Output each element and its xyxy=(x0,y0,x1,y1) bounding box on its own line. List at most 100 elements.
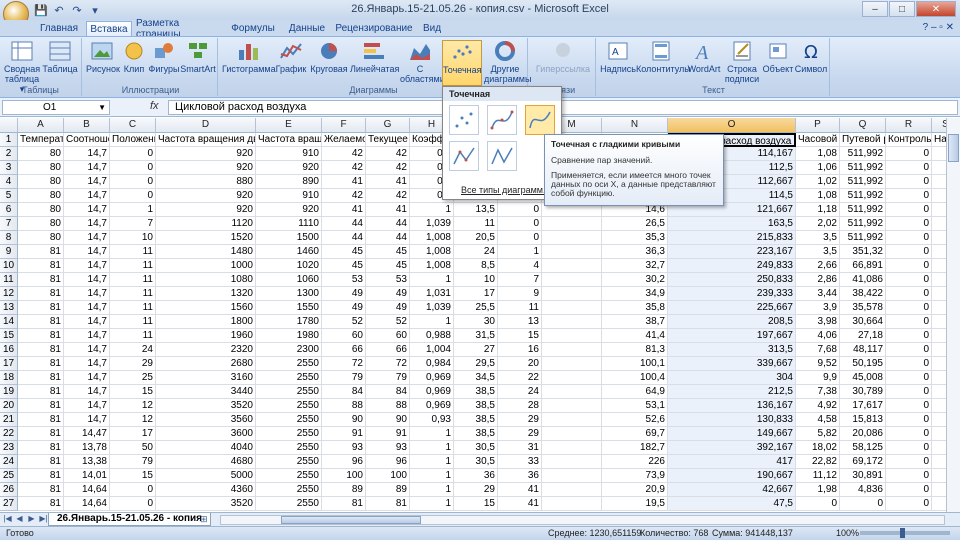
table-cell[interactable]: 0 xyxy=(886,259,932,273)
table-cell[interactable]: 81 xyxy=(322,497,366,511)
table-cell[interactable]: 42 xyxy=(366,161,410,175)
column-chart-button[interactable]: Гистограмма xyxy=(222,40,276,74)
table-cell[interactable]: 14,7 xyxy=(64,385,110,399)
table-cell[interactable]: 1 xyxy=(410,273,454,287)
table-cell[interactable]: 13,5 xyxy=(454,203,498,217)
table-cell[interactable]: 1780 xyxy=(256,315,322,329)
table-cell[interactable]: 96 xyxy=(366,455,410,469)
table-cell[interactable]: 1,031 xyxy=(410,287,454,301)
table-cell[interactable]: 223,167 xyxy=(668,245,796,259)
table-cell[interactable]: 81 xyxy=(18,315,64,329)
table-cell[interactable]: 1 xyxy=(410,315,454,329)
next-sheet-icon[interactable]: ▶ xyxy=(26,514,37,523)
table-cell[interactable]: 96 xyxy=(322,455,366,469)
table-cell[interactable]: 81 xyxy=(18,357,64,371)
table-cell[interactable]: 0 xyxy=(886,455,932,469)
table-cell[interactable]: 0 xyxy=(886,189,932,203)
table-cell[interactable]: 3560 xyxy=(156,413,256,427)
table-cell[interactable]: 2550 xyxy=(256,427,322,441)
table-cell[interactable]: 4360 xyxy=(156,483,256,497)
table-cell[interactable]: 100 xyxy=(366,469,410,483)
table-cell[interactable]: 14,7 xyxy=(64,413,110,427)
bar-chart-button[interactable]: Линейчатая xyxy=(350,40,399,74)
table-cell[interactable]: 0,969 xyxy=(410,399,454,413)
table-cell[interactable]: 2,86 xyxy=(796,273,840,287)
table-cell[interactable]: 15,813 xyxy=(840,413,886,427)
table-cell[interactable]: 14,7 xyxy=(64,329,110,343)
table-cell[interactable]: 45 xyxy=(322,259,366,273)
object-button[interactable]: Объект xyxy=(762,40,794,74)
table-cell[interactable]: 0,988 xyxy=(410,329,454,343)
table-cell[interactable]: 1,008 xyxy=(410,231,454,245)
table-cell[interactable]: 15 xyxy=(110,385,156,399)
table-cell[interactable]: 25 xyxy=(110,371,156,385)
table-cell[interactable]: 9,52 xyxy=(796,357,840,371)
table-cell[interactable]: 226 xyxy=(602,455,668,469)
table-cell[interactable]: 11 xyxy=(110,315,156,329)
tab-formulas[interactable]: Формулы xyxy=(226,21,280,36)
header-cell[interactable]: Часовой р xyxy=(796,133,840,147)
table-cell[interactable]: 9 xyxy=(498,287,542,301)
table-cell[interactable]: 3600 xyxy=(156,427,256,441)
table-cell[interactable]: 14,64 xyxy=(64,497,110,511)
table-cell[interactable]: 14,7 xyxy=(64,147,110,161)
table-cell[interactable]: 81 xyxy=(18,441,64,455)
table-cell[interactable]: 38,422 xyxy=(840,287,886,301)
table-cell[interactable]: 0 xyxy=(886,357,932,371)
table-cell[interactable]: 0 xyxy=(110,161,156,175)
column-header[interactable]: O xyxy=(668,118,796,133)
table-cell[interactable]: 1110 xyxy=(256,217,322,231)
table-cell[interactable]: 511,992 xyxy=(840,231,886,245)
row-header[interactable]: 5 xyxy=(0,189,18,203)
table-cell[interactable]: 2550 xyxy=(256,497,322,511)
table-cell[interactable]: 11 xyxy=(110,287,156,301)
table-button[interactable]: Таблица xyxy=(42,40,78,74)
table-cell[interactable]: 11 xyxy=(498,301,542,315)
table-cell[interactable]: 20,9 xyxy=(602,483,668,497)
table-cell[interactable]: 2550 xyxy=(256,441,322,455)
table-cell[interactable]: 80 xyxy=(18,189,64,203)
table-cell[interactable]: 29 xyxy=(110,357,156,371)
table-cell[interactable]: 1320 xyxy=(156,287,256,301)
table-cell[interactable]: 81 xyxy=(18,343,64,357)
table-cell[interactable]: 81,3 xyxy=(602,343,668,357)
help-icon[interactable]: ? – ▫ ✕ xyxy=(923,22,954,33)
table-cell[interactable]: 80 xyxy=(18,161,64,175)
column-header[interactable]: F xyxy=(322,118,366,133)
table-cell[interactable]: 1 xyxy=(410,483,454,497)
table-cell[interactable]: 511,992 xyxy=(840,175,886,189)
table-cell[interactable]: 182,7 xyxy=(602,441,668,455)
table-cell[interactable]: 81 xyxy=(18,259,64,273)
row-header[interactable]: 22 xyxy=(0,427,18,441)
column-header[interactable]: R xyxy=(886,118,932,133)
table-cell[interactable]: 35,578 xyxy=(840,301,886,315)
table-cell[interactable] xyxy=(542,413,602,427)
table-cell[interactable] xyxy=(542,259,602,273)
table-cell[interactable]: 0 xyxy=(886,217,932,231)
table-cell[interactable]: 20,086 xyxy=(840,427,886,441)
table-cell[interactable]: 14,01 xyxy=(64,469,110,483)
row-header[interactable]: 13 xyxy=(0,301,18,315)
table-cell[interactable]: 0 xyxy=(886,287,932,301)
table-cell[interactable] xyxy=(542,245,602,259)
table-cell[interactable]: 197,667 xyxy=(668,329,796,343)
table-cell[interactable]: 38,5 xyxy=(454,427,498,441)
table-cell[interactable] xyxy=(542,287,602,301)
table-cell[interactable] xyxy=(542,497,602,511)
table-cell[interactable]: 45,008 xyxy=(840,371,886,385)
table-cell[interactable]: 41 xyxy=(366,203,410,217)
horizontal-scrollbar[interactable] xyxy=(220,515,945,525)
table-cell[interactable]: 1,08 xyxy=(796,189,840,203)
table-cell[interactable]: 30,5 xyxy=(454,455,498,469)
table-cell[interactable]: 44 xyxy=(366,231,410,245)
tab-page-layout[interactable]: Разметка страницы xyxy=(136,18,222,40)
table-cell[interactable]: 49 xyxy=(366,287,410,301)
table-cell[interactable]: 1,008 xyxy=(410,245,454,259)
table-cell[interactable]: 38,5 xyxy=(454,413,498,427)
table-cell[interactable]: 42 xyxy=(322,147,366,161)
table-cell[interactable]: 15 xyxy=(454,497,498,511)
table-cell[interactable]: 17 xyxy=(110,427,156,441)
table-cell[interactable]: 66 xyxy=(366,343,410,357)
table-cell[interactable]: 72 xyxy=(366,357,410,371)
table-cell[interactable]: 31,5 xyxy=(454,329,498,343)
